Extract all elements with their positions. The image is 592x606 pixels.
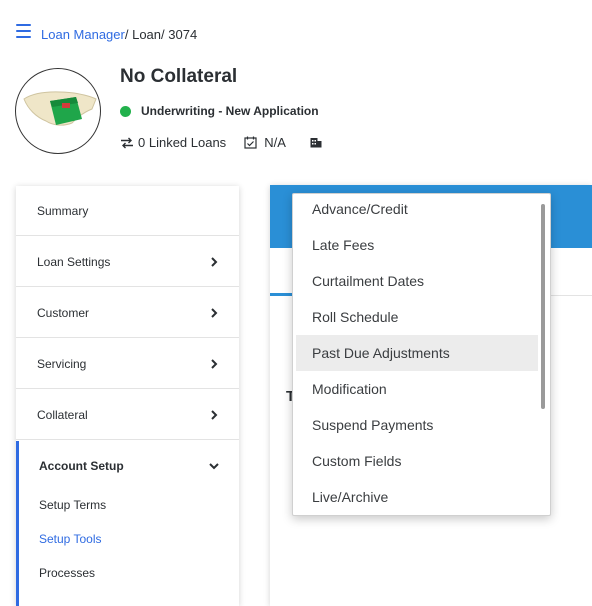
sidebar-item-collateral[interactable]: Collateral (16, 390, 239, 440)
account-setup-submenu: Setup Terms Setup Tools Processes (16, 441, 239, 606)
status-indicator (120, 106, 131, 117)
dropdown-item-custom-fields[interactable]: Custom Fields (293, 443, 538, 479)
sidebar-item-loan-settings[interactable]: Loan Settings (16, 237, 239, 287)
calendar-icon (244, 136, 257, 149)
sidebar-nav: Summary Loan Settings Customer Servicing… (16, 186, 239, 606)
dropdown-item-past-due-adjustments[interactable]: Past Due Adjustments (296, 335, 538, 371)
chevron-right-icon (211, 409, 218, 420)
status-text: Underwriting - New Application (141, 104, 319, 118)
dropdown-item-roll-schedule[interactable]: Roll Schedule (293, 299, 538, 335)
sidebar-item-summary[interactable]: Summary (16, 186, 239, 236)
breadcrumb: Loan Manager/ Loan/ 3074 (41, 27, 197, 42)
chevron-right-icon (211, 307, 218, 318)
setup-tools-dropdown: Advance/Credit Late Fees Curtailment Dat… (292, 193, 551, 516)
breadcrumb-loan-id: 3074 (168, 27, 198, 42)
sidebar-item-label: Collateral (37, 407, 88, 422)
sub-item-setup-terms[interactable]: Setup Terms (39, 498, 106, 512)
sidebar-item-customer[interactable]: Customer (16, 288, 239, 338)
breadcrumb-separator: / (161, 27, 165, 42)
breadcrumb-loan-manager[interactable]: Loan Manager (41, 27, 125, 42)
sub-item-processes[interactable]: Processes (39, 566, 95, 580)
hamburger-icon[interactable] (16, 24, 31, 39)
collateral-avatar (15, 68, 101, 154)
chevron-right-icon (211, 256, 218, 267)
dropdown-item-suspend-payments[interactable]: Suspend Payments (293, 407, 538, 443)
dropdown-item-advance-credit[interactable]: Advance/Credit (293, 194, 538, 227)
chevron-right-icon (211, 358, 218, 369)
sidebar-item-label: Servicing (37, 356, 87, 371)
sidebar-item-label: Loan Settings (37, 254, 111, 269)
dropdown-item-modification[interactable]: Modification (293, 371, 538, 407)
sidebar-item-servicing[interactable]: Servicing (16, 339, 239, 389)
dropdown-item-live-archive[interactable]: Live/Archive (293, 479, 538, 515)
linked-loans-text[interactable]: 0 Linked Loans (138, 135, 226, 150)
swap-arrows-icon (120, 137, 134, 149)
sidebar-item-label: Customer (37, 305, 90, 320)
building-icon (310, 137, 322, 148)
loan-meta: 0 Linked Loans N/A (120, 135, 322, 150)
dropdown-item-late-fees[interactable]: Late Fees (293, 227, 538, 263)
date-value: N/A (264, 135, 286, 150)
breadcrumb-separator: / (124, 27, 129, 42)
dropdown-item-curtailment-dates[interactable]: Curtailment Dates (293, 263, 538, 299)
dropdown-scrollbar[interactable] (541, 204, 545, 409)
sidebar-item-label: Summary (37, 203, 89, 218)
page-title: No Collateral (120, 66, 238, 87)
breadcrumb-loan[interactable]: Loan (132, 27, 161, 42)
active-tab-indicator (270, 293, 294, 296)
sub-item-setup-tools[interactable]: Setup Tools (39, 532, 102, 546)
